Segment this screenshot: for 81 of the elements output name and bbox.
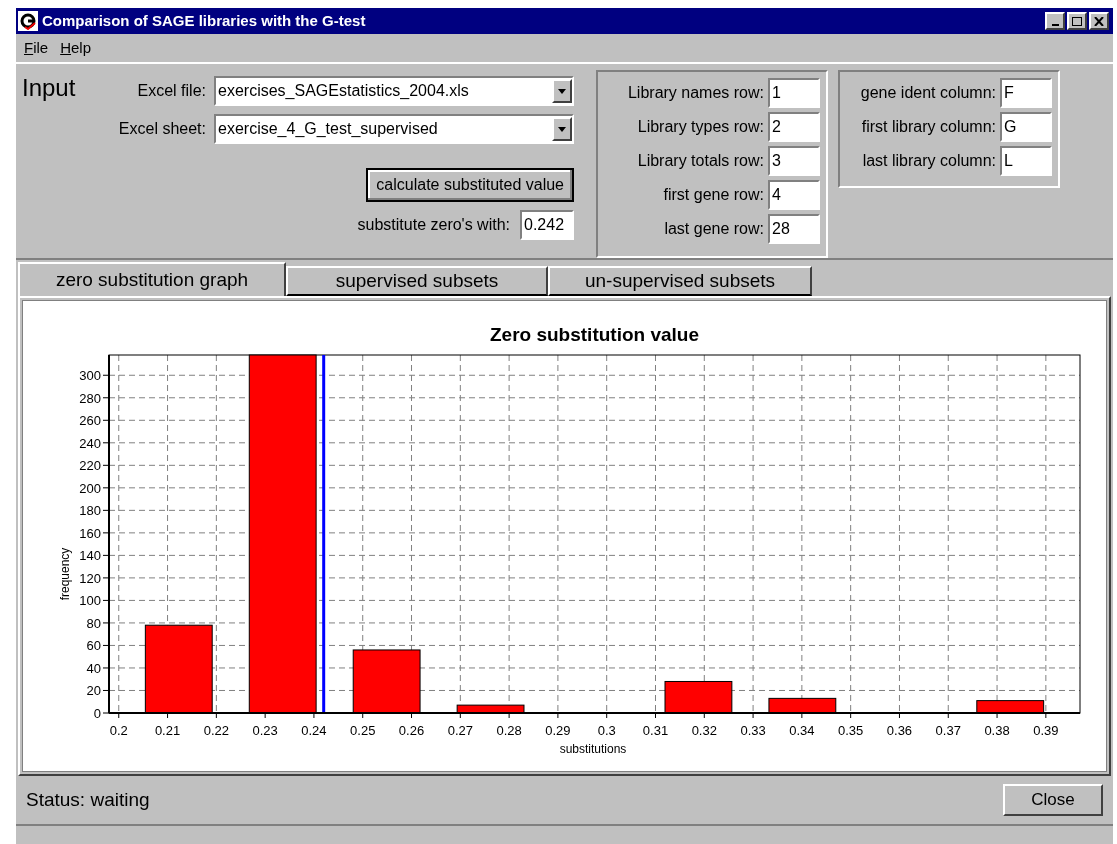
y-tick-label: 220: [79, 458, 101, 474]
y-axis-label: frequency: [58, 547, 72, 601]
histogram-bar: [352, 649, 421, 714]
maximize-button[interactable]: [1067, 12, 1087, 30]
field-label: first gene row:: [663, 185, 764, 205]
x-tick-label: 0.24: [301, 723, 327, 738]
x-tick-label: 0.21: [154, 723, 181, 738]
y-tick-label: 140: [79, 548, 101, 564]
y-tick-label: 300: [79, 368, 101, 384]
field-label: Library totals row:: [637, 151, 764, 171]
text-field[interactable]: G: [1000, 112, 1052, 142]
close-button[interactable]: Close: [1003, 784, 1103, 816]
y-tick-label: 20: [86, 683, 101, 699]
dropdown-field[interactable]: exercises_SAGEstatistics_2004.xls: [214, 76, 574, 106]
tab[interactable]: supervised subsets: [286, 266, 548, 296]
text-field[interactable]: 1: [768, 78, 820, 108]
x-tick-label: 0.38: [984, 723, 1010, 738]
text-field[interactable]: 4: [768, 180, 820, 210]
histogram-bar: [664, 681, 733, 714]
x-tick-label: 0.29: [545, 723, 571, 738]
x-tick-label: 0.37: [935, 723, 961, 738]
y-tick-label: 180: [79, 503, 101, 519]
x-tick-label: 0.36: [886, 723, 913, 738]
histogram-bar: [456, 704, 525, 714]
text-field[interactable]: 28: [768, 214, 820, 244]
y-tick-label: 60: [86, 638, 101, 654]
text-field[interactable]: 3: [768, 146, 820, 176]
text-field[interactable]: F: [1000, 78, 1052, 108]
field-label: gene ident column:: [860, 83, 996, 103]
field-label: last library column:: [862, 151, 996, 171]
minimize-button[interactable]: [1045, 12, 1065, 30]
y-tick-label: 240: [79, 435, 101, 451]
y-tick-label: 40: [86, 660, 101, 676]
tab[interactable]: un-supervised subsets: [548, 266, 812, 296]
text-field[interactable]: L: [1000, 146, 1052, 176]
y-tick-label: 100: [79, 593, 101, 609]
x-tick-label: 0.2: [109, 723, 128, 738]
x-tick-label: 0.33: [740, 723, 766, 738]
section-heading: Input: [22, 73, 77, 103]
y-tick-label: 0: [93, 706, 101, 721]
x-tick-label: 0.39: [1033, 723, 1059, 738]
x-tick-label: 0.34: [789, 723, 815, 738]
x-tick-label: 0.35: [838, 723, 864, 738]
window-title: Comparison of SAGE libraries with the G-test: [42, 10, 367, 31]
menu-item[interactable]: File: [24, 36, 49, 60]
minimize-icon: [1051, 23, 1059, 26]
close-icon: [1094, 16, 1104, 26]
x-tick-label: 0.27: [447, 723, 473, 738]
field-label: last gene row:: [664, 219, 764, 239]
x-tick-label: 0.28: [496, 723, 522, 738]
tab[interactable]: zero substitution graph: [18, 262, 286, 296]
field-label: Excel sheet:: [118, 119, 206, 139]
field-label: first library column:: [861, 117, 996, 137]
y-tick-label: 120: [79, 570, 101, 586]
dropdown-field[interactable]: exercise_4_G_test_supervised: [214, 114, 574, 144]
x-tick-label: 0.25: [350, 723, 376, 738]
calculate-button[interactable]: calculate substituted value: [366, 168, 574, 202]
app-logo-icon: [18, 11, 38, 31]
field-label: Excel file:: [137, 81, 206, 101]
status-text: Status: waiting: [26, 787, 150, 812]
close-button[interactable]: [1089, 12, 1109, 30]
y-tick-label: 160: [79, 525, 101, 541]
text-field[interactable]: 2: [768, 112, 820, 142]
x-tick-label: 0.26: [398, 723, 425, 738]
y-tick-label: 80: [86, 615, 101, 631]
y-tick-label: 280: [79, 390, 101, 406]
chart-title: Zero substitution value: [490, 324, 699, 345]
x-axis-label: substitutions: [559, 742, 627, 756]
text-field[interactable]: 0.242: [520, 210, 574, 240]
x-tick-label: 0.3: [597, 723, 616, 738]
x-tick-label: 0.31: [642, 723, 669, 738]
y-tick-label: 260: [79, 413, 101, 429]
field-label: Library names row:: [627, 83, 764, 103]
x-tick-label: 0.22: [203, 723, 229, 738]
menu-item[interactable]: Help: [60, 36, 92, 60]
x-tick-label: 0.23: [252, 723, 278, 738]
maximize-icon: [1072, 16, 1082, 26]
y-tick-label: 200: [79, 480, 101, 496]
field-label: substitute zero's with:: [357, 215, 510, 235]
field-label: Library types row:: [637, 117, 764, 137]
x-tick-label: 0.32: [691, 723, 717, 738]
